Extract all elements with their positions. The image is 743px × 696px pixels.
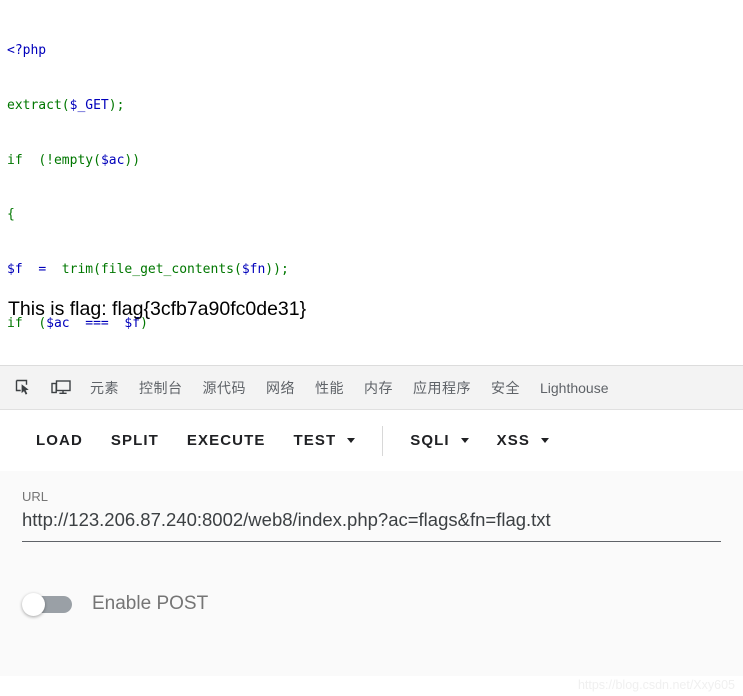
code-line: $f = trim(file_get_contents($fn)); bbox=[7, 261, 289, 277]
tab-network[interactable]: 网络 bbox=[256, 366, 305, 410]
browser-page-content: <?php extract($_GET); if (!empty($ac)) {… bbox=[0, 0, 743, 365]
tab-lighthouse[interactable]: Lighthouse bbox=[530, 366, 619, 410]
test-menu-label: TEST bbox=[293, 432, 337, 449]
enable-post-label: Enable POST bbox=[92, 593, 209, 614]
toolbar-divider bbox=[382, 425, 384, 456]
url-input-underline bbox=[22, 541, 721, 542]
code-line: if (!empty($ac)) bbox=[7, 152, 141, 168]
sqli-menu-label: SQLI bbox=[410, 432, 450, 449]
tab-performance[interactable]: 性能 bbox=[305, 366, 354, 410]
execute-button-label: EXECUTE bbox=[186, 432, 266, 449]
code-line: { bbox=[7, 207, 15, 223]
chevron-down-icon bbox=[347, 438, 356, 443]
url-input[interactable] bbox=[22, 509, 722, 531]
code-line: <?php bbox=[7, 43, 47, 59]
flag-output-text: This is flag: flag{3cfb7a90fc0de31} bbox=[8, 298, 307, 320]
url-field-container: URL bbox=[0, 471, 743, 565]
tab-security[interactable]: 安全 bbox=[481, 366, 530, 410]
tab-memory[interactable]: 内存 bbox=[354, 366, 403, 410]
load-button-label: LOAD bbox=[36, 432, 83, 449]
code-line: extract($_GET); bbox=[7, 98, 125, 113]
devtools-panel: 元素 控制台 源代码 网络 性能 内存 应用程序 安全 Lighthouse L… bbox=[0, 365, 743, 696]
tab-elements[interactable]: 元素 bbox=[80, 366, 129, 410]
load-button[interactable]: LOAD bbox=[22, 424, 97, 457]
tab-application[interactable]: 应用程序 bbox=[403, 366, 481, 410]
devtools-tab-bar: 元素 控制台 源代码 网络 性能 内存 应用程序 安全 Lighthouse bbox=[0, 366, 743, 410]
hackbar-toolbar: LOAD SPLIT EXECUTE TEST SQLI XSS bbox=[0, 410, 743, 471]
watermark-text: https://blog.csdn.net/Xxy605 bbox=[577, 678, 735, 692]
device-toolbar-icon[interactable] bbox=[42, 373, 80, 403]
split-button[interactable]: SPLIT bbox=[97, 424, 173, 457]
enable-post-row[interactable]: Enable POST bbox=[22, 593, 209, 616]
xss-menu-button[interactable]: XSS bbox=[483, 424, 563, 457]
inspect-element-icon[interactable] bbox=[4, 373, 42, 403]
chevron-down-icon bbox=[540, 438, 549, 443]
chevron-down-icon bbox=[460, 438, 469, 443]
sqli-menu-button[interactable]: SQLI bbox=[396, 424, 482, 457]
enable-post-toggle[interactable] bbox=[22, 593, 74, 616]
split-button-label: SPLIT bbox=[110, 432, 159, 449]
url-field-label: URL bbox=[22, 489, 49, 504]
post-toggle-container: Enable POST bbox=[0, 565, 743, 676]
tab-sources[interactable]: 源代码 bbox=[193, 366, 257, 410]
execute-button[interactable]: EXECUTE bbox=[173, 424, 280, 457]
xss-menu-label: XSS bbox=[496, 432, 530, 449]
hackbar-panel: LOAD SPLIT EXECUTE TEST SQLI XSS URL htt… bbox=[0, 410, 743, 676]
tab-console[interactable]: 控制台 bbox=[129, 366, 193, 410]
test-menu-button[interactable]: TEST bbox=[279, 424, 369, 457]
toggle-knob bbox=[22, 593, 45, 616]
